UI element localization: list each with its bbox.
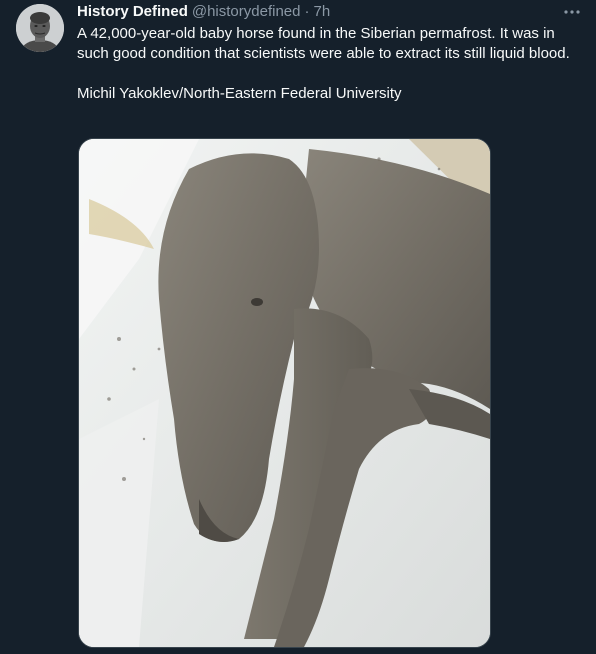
- tweet-text-credit: Michil Yakoklev/North-Eastern Federal Un…: [77, 85, 402, 102]
- tweet-header: History Defined @historydefined · 7h: [77, 0, 582, 24]
- more-options-button[interactable]: [562, 2, 582, 22]
- tweet-text: A 42,000-year-old baby horse found in th…: [77, 24, 582, 104]
- tweet-text-body: A 42,000-year-old baby horse found in th…: [77, 25, 570, 62]
- more-horizontal-icon: [564, 10, 580, 14]
- tweet[interactable]: History Defined @historydefined · 7h A 4…: [0, 0, 596, 654]
- bust-avatar-icon: [16, 4, 64, 52]
- tweet-content: History Defined @historydefined · 7h A 4…: [77, 0, 582, 104]
- author-handle[interactable]: @historydefined: [192, 0, 301, 24]
- header-separator: ·: [304, 3, 310, 20]
- baby-horse-photo: [79, 139, 490, 647]
- tweet-media-photo[interactable]: [78, 138, 491, 648]
- timestamp[interactable]: 7h: [313, 0, 330, 24]
- author-name[interactable]: History Defined: [77, 0, 188, 24]
- avatar[interactable]: [16, 4, 64, 52]
